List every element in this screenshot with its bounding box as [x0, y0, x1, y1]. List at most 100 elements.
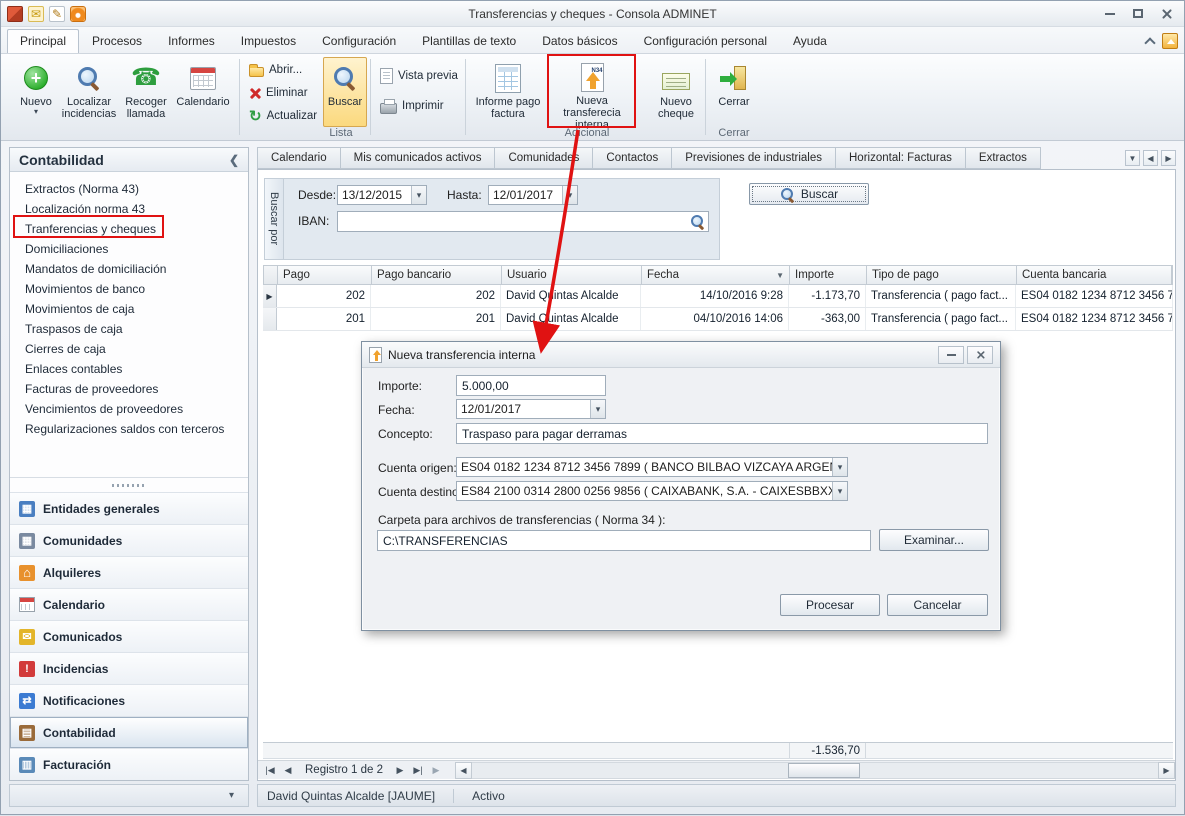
calendario-button[interactable]: Calendario	[174, 57, 232, 127]
nav-notificaciones[interactable]: ⇄ Notificaciones	[10, 684, 248, 716]
scroll-left-icon[interactable]: ◀	[455, 762, 472, 779]
column-header-tipo-pago[interactable]: Tipo de pago	[867, 266, 1017, 284]
iban-search-icon[interactable]	[688, 213, 706, 230]
nav-alquileres[interactable]: ⌂ Alquileres	[10, 556, 248, 588]
ribbon-tab-configuracion-personal[interactable]: Configuración personal	[631, 29, 780, 53]
next-page-button[interactable]	[427, 762, 445, 779]
nuevo-cheque-button[interactable]: Nuevo cheque	[649, 57, 703, 127]
cuenta-destino-combo[interactable]: ES84 2100 0314 2800 0256 9856 ( CAIXABAN…	[456, 481, 848, 501]
ribbon-tab-procesos[interactable]: Procesos	[79, 29, 155, 53]
abrir-button[interactable]: Abrir...	[246, 60, 305, 80]
previous-record-button[interactable]	[279, 762, 297, 779]
sidebar-options-chevron-icon[interactable]: ▾	[229, 790, 234, 801]
dialog-minim ize-button[interactable]	[938, 346, 964, 364]
eliminar-button[interactable]: Eliminar	[246, 83, 311, 103]
sidebar-item-enlaces-contables[interactable]: Enlaces contables	[10, 359, 248, 379]
examinar-button[interactable]: Examinar...	[879, 529, 989, 551]
nav-comunidades[interactable]: ▦ Comunidades	[10, 524, 248, 556]
sidebar-item-vencimientos-proveedores[interactable]: Vencimientos de proveedores	[10, 399, 248, 419]
app-icon[interactable]	[7, 6, 23, 22]
cerrar-button[interactable]: Cerrar	[709, 57, 759, 127]
column-header-fecha[interactable]: Fecha	[642, 266, 790, 284]
cuenta-origen-combo[interactable]: ES04 0182 1234 8712 3456 7899 ( BANCO BI…	[456, 457, 848, 477]
close-button[interactable]	[1152, 4, 1180, 23]
ribbon-tab-datos-basicos[interactable]: Datos básicos	[529, 29, 630, 53]
fecha-date-picker[interactable]: 12/01/2017	[456, 399, 606, 419]
sidebar-item-regularizaciones[interactable]: Regularizaciones saldos con terceros	[10, 419, 248, 439]
nav-comunicados[interactable]: ✉ Comunicados	[10, 620, 248, 652]
cancelar-button[interactable]: Cancelar	[887, 594, 988, 616]
nav-entidades-generales[interactable]: ▦ Entidades generales	[10, 492, 248, 524]
grid-row[interactable]: 202 202 David Quintas Alcalde 14/10/2016…	[263, 285, 1173, 308]
iban-input[interactable]	[337, 211, 709, 232]
actualizar-button[interactable]: ↻ Actualizar	[246, 106, 320, 126]
chevron-down-icon[interactable]	[411, 186, 426, 204]
nuevo-button[interactable]: Nuevo	[13, 57, 59, 127]
doc-tab-calendario[interactable]: Calendario	[257, 147, 340, 169]
sidebar-item-domiciliaciones[interactable]: Domiciliaciones	[10, 239, 248, 259]
sidebar-item-facturas-proveedores[interactable]: Facturas de proveedores	[10, 379, 248, 399]
concepto-input[interactable]	[456, 423, 988, 444]
tab-scroll-left-icon[interactable]: ◀	[1143, 150, 1158, 166]
buscar-button[interactable]: Buscar	[749, 183, 869, 205]
scrollbar-track[interactable]	[472, 762, 1158, 779]
ribbon-tab-principal[interactable]: Principal	[7, 29, 79, 53]
ribbon-tab-informes[interactable]: Informes	[155, 29, 228, 53]
tab-scroll-right-icon[interactable]: ▶	[1161, 150, 1176, 166]
column-header-pago[interactable]: Pago	[278, 266, 372, 284]
sidebar-item-traspasos-caja[interactable]: Traspasos de caja	[10, 319, 248, 339]
sidebar-item-extractos[interactable]: Extractos (Norma 43)	[10, 179, 248, 199]
sidebar-collapse-icon[interactable]: ❮	[229, 153, 239, 167]
vista-previa-button[interactable]: Vista previa	[377, 66, 461, 86]
sidebar-item-localizacion[interactable]: Localización norma 43	[10, 199, 248, 219]
nav-contabilidad[interactable]: ▤ Contabilidad	[10, 716, 248, 748]
desde-date-picker[interactable]: 13/12/2015	[337, 185, 427, 205]
scrollbar-thumb[interactable]	[788, 763, 860, 778]
chevron-down-icon[interactable]	[562, 186, 577, 204]
doc-tab-mis-comunicados[interactable]: Mis comunicados activos	[340, 147, 495, 169]
mail-icon[interactable]: ✉	[28, 6, 44, 22]
hasta-date-picker[interactable]: 12/01/2017	[488, 185, 578, 205]
nav-facturacion[interactable]: ▥ Facturación	[10, 748, 248, 780]
search-panel-caption[interactable]: Buscar por	[265, 179, 284, 259]
doc-tab-contactos[interactable]: Contactos	[592, 147, 671, 169]
recoger-llamada-button[interactable]: ☎ Recoger llamada	[120, 57, 172, 127]
quick-style-icon[interactable]	[1162, 33, 1178, 49]
doc-tab-previsiones[interactable]: Previsiones de industriales	[671, 147, 835, 169]
restore-button[interactable]	[1124, 4, 1152, 23]
notes-icon[interactable]: ✎	[49, 6, 65, 22]
chevron-down-icon[interactable]	[832, 458, 847, 476]
importe-input[interactable]	[456, 375, 606, 396]
ribbon-tab-configuracion[interactable]: Configuración	[309, 29, 409, 53]
doc-tab-horizontal-facturas[interactable]: Horizontal: Facturas	[835, 147, 965, 169]
sidebar-item-mandatos[interactable]: Mandatos de domiciliación	[10, 259, 248, 279]
ribbon-tab-ayuda[interactable]: Ayuda	[780, 29, 840, 53]
doc-tab-comunidades[interactable]: Comunidades	[494, 147, 592, 169]
feed-icon[interactable]	[70, 6, 86, 22]
buscar-ribbon-button[interactable]: Buscar	[323, 57, 367, 127]
ribbon-tab-impuestos[interactable]: Impuestos	[228, 29, 309, 53]
column-header-cuenta-bancaria[interactable]: Cuenta bancaria	[1017, 266, 1172, 284]
informe-pago-factura-button[interactable]: Informe pago factura	[471, 57, 545, 127]
horizontal-scrollbar[interactable]: ◀ ▶	[455, 762, 1175, 779]
column-header-usuario[interactable]: Usuario	[502, 266, 642, 284]
nav-incidencias[interactable]: ! Incidencias	[10, 652, 248, 684]
nueva-transferencia-interna-button[interactable]: N34 Nueva transferecia interna	[550, 57, 634, 127]
next-record-button[interactable]	[391, 762, 409, 779]
localizar-incidencias-button[interactable]: Localizar incidencias	[61, 57, 117, 127]
ribbon-tab-plantillas[interactable]: Plantillas de texto	[409, 29, 529, 53]
column-header-importe[interactable]: Importe	[790, 266, 867, 284]
nav-calendario[interactable]: Calendario	[10, 588, 248, 620]
dialog-close-button[interactable]	[967, 346, 993, 364]
procesar-button[interactable]: Procesar	[780, 594, 880, 616]
collapse-ribbon-icon[interactable]	[1144, 37, 1155, 48]
chevron-down-icon[interactable]	[832, 482, 847, 500]
tab-list-dropdown-icon[interactable]: ▼	[1125, 150, 1140, 166]
column-header-pago-bancario[interactable]: Pago bancario	[372, 266, 502, 284]
imprimir-button[interactable]: Imprimir	[377, 96, 447, 116]
first-record-button[interactable]	[261, 762, 279, 779]
sidebar-splitter[interactable]	[10, 477, 248, 492]
minimize-button[interactable]	[1096, 4, 1124, 23]
sidebar-item-movimientos-banco[interactable]: Movimientos de banco	[10, 279, 248, 299]
sidebar-item-transferencias-cheques[interactable]: Tranferencias y cheques	[10, 219, 248, 239]
